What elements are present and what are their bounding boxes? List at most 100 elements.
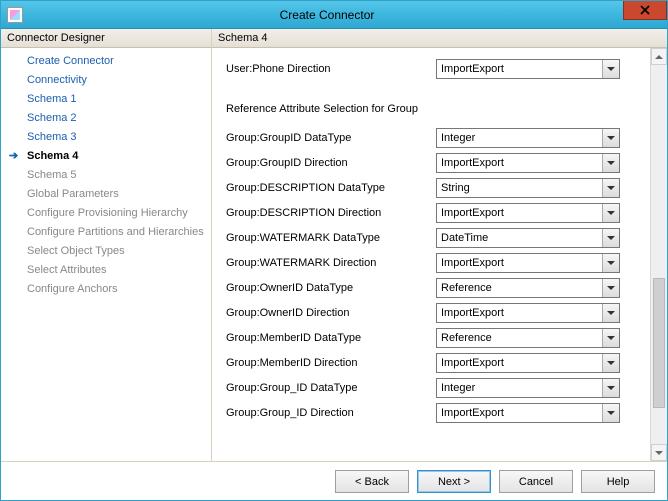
nav-item-label: Schema 3 bbox=[27, 131, 77, 143]
chevron-down-icon[interactable] bbox=[602, 204, 619, 222]
nav-item-label: Configure Provisioning Hierarchy bbox=[27, 207, 188, 219]
dropdown-value: Reference bbox=[437, 332, 602, 344]
form-row: Group:GroupID DataTypeInteger bbox=[226, 125, 643, 150]
dropdown[interactable]: ImportExport bbox=[436, 353, 620, 373]
form-row: Group:OwnerID DataTypeReference bbox=[226, 275, 643, 300]
nav-item[interactable]: Schema 2 bbox=[1, 109, 211, 128]
form-row: Group:Group_ID DataTypeInteger bbox=[226, 375, 643, 400]
nav-item[interactable]: ➔ Schema 4 bbox=[1, 147, 211, 166]
chevron-down-icon[interactable] bbox=[602, 60, 619, 78]
nav-item-label: Schema 4 bbox=[27, 150, 78, 162]
cancel-button[interactable]: Cancel bbox=[499, 470, 573, 493]
form-label: Group:OwnerID DataType bbox=[226, 282, 436, 294]
nav-item: Select Attributes bbox=[1, 261, 211, 280]
chevron-down-icon[interactable] bbox=[602, 279, 619, 297]
nav-item: Configure Partitions and Hierarchies bbox=[1, 223, 211, 242]
dropdown-value: DateTime bbox=[437, 232, 602, 244]
form-row: Group:WATERMARK DataTypeDateTime bbox=[226, 225, 643, 250]
chevron-down-icon[interactable] bbox=[602, 229, 619, 247]
chevron-down-icon[interactable] bbox=[602, 379, 619, 397]
form-row: Group:MemberID DataTypeReference bbox=[226, 325, 643, 350]
nav-item: Schema 5 bbox=[1, 166, 211, 185]
right-panel-header: Schema 4 bbox=[212, 29, 667, 48]
wizard-footer: < Back Next > Cancel Help bbox=[1, 461, 667, 501]
dropdown-value: ImportExport bbox=[437, 207, 602, 219]
back-button[interactable]: < Back bbox=[335, 470, 409, 493]
close-icon bbox=[640, 5, 650, 15]
dropdown[interactable]: String bbox=[436, 178, 620, 198]
form-label: Group:GroupID DataType bbox=[226, 132, 436, 144]
dropdown[interactable]: Integer bbox=[436, 378, 620, 398]
chevron-down-icon[interactable] bbox=[602, 129, 619, 147]
form-row: Group:Group_ID DirectionImportExport bbox=[226, 400, 643, 425]
nav-item: Select Object Types bbox=[1, 242, 211, 261]
form-label: Group:DESCRIPTION DataType bbox=[226, 182, 436, 194]
dropdown-value: ImportExport bbox=[437, 63, 602, 75]
dropdown[interactable]: ImportExport bbox=[436, 403, 620, 423]
left-panel: Connector Designer Create Connector Conne… bbox=[1, 29, 212, 461]
nav-item-label: Configure Partitions and Hierarchies bbox=[27, 226, 204, 238]
nav-item[interactable]: Create Connector bbox=[1, 52, 211, 71]
form-content: User:Phone DirectionImportExport Referenc… bbox=[212, 48, 649, 461]
form-row: User:Phone DirectionImportExport bbox=[226, 56, 643, 81]
nav-item: Global Parameters bbox=[1, 185, 211, 204]
dropdown[interactable]: Integer bbox=[436, 128, 620, 148]
nav-item-label: Global Parameters bbox=[27, 188, 119, 200]
dropdown[interactable]: ImportExport bbox=[436, 203, 620, 223]
dropdown[interactable]: ImportExport bbox=[436, 153, 620, 173]
nav-item-label: Schema 1 bbox=[27, 93, 77, 105]
chevron-down-icon[interactable] bbox=[602, 329, 619, 347]
dropdown[interactable]: Reference bbox=[436, 278, 620, 298]
nav-item-label: Select Object Types bbox=[27, 245, 125, 257]
nav-item-label: Configure Anchors bbox=[27, 283, 118, 295]
nav-item[interactable]: Connectivity bbox=[1, 71, 211, 90]
form-row: Group:DESCRIPTION DataTypeString bbox=[226, 175, 643, 200]
dropdown[interactable]: ImportExport bbox=[436, 253, 620, 273]
form-label: Group:WATERMARK DataType bbox=[226, 232, 436, 244]
nav-item[interactable]: Schema 3 bbox=[1, 128, 211, 147]
form-row: Group:OwnerID DirectionImportExport bbox=[226, 300, 643, 325]
left-panel-header: Connector Designer bbox=[1, 29, 211, 48]
help-button[interactable]: Help bbox=[581, 470, 655, 493]
chevron-down-icon[interactable] bbox=[602, 404, 619, 422]
section-title: Reference Attribute Selection for Group bbox=[226, 99, 643, 125]
dropdown[interactable]: ImportExport bbox=[436, 303, 620, 323]
nav-item[interactable]: Schema 1 bbox=[1, 90, 211, 109]
next-button[interactable]: Next > bbox=[417, 470, 491, 493]
chevron-down-icon[interactable] bbox=[602, 179, 619, 197]
form-label: Group:OwnerID Direction bbox=[226, 307, 436, 319]
close-button[interactable] bbox=[623, 1, 667, 20]
form-label: Group:MemberID Direction bbox=[226, 357, 436, 369]
scroll-up-button[interactable] bbox=[651, 48, 667, 65]
chevron-down-icon[interactable] bbox=[602, 354, 619, 372]
dropdown[interactable]: ImportExport bbox=[436, 59, 620, 79]
dropdown-value: ImportExport bbox=[437, 407, 602, 419]
vertical-scrollbar[interactable] bbox=[650, 48, 667, 461]
scroll-down-button[interactable] bbox=[651, 444, 667, 461]
nav-item-label: Create Connector bbox=[27, 55, 114, 67]
dropdown-value: ImportExport bbox=[437, 157, 602, 169]
form-label: Group:Group_ID Direction bbox=[226, 407, 436, 419]
app-icon bbox=[7, 7, 23, 23]
nav-item: Configure Anchors bbox=[1, 280, 211, 299]
dropdown-value: String bbox=[437, 182, 602, 194]
form-label: Group:MemberID DataType bbox=[226, 332, 436, 344]
chevron-down-icon[interactable] bbox=[602, 254, 619, 272]
nav-item: Configure Provisioning Hierarchy bbox=[1, 204, 211, 223]
chevron-down-icon[interactable] bbox=[602, 304, 619, 322]
dropdown[interactable]: Reference bbox=[436, 328, 620, 348]
nav-list: Create Connector Connectivity Schema 1 Sche… bbox=[1, 48, 211, 461]
form-label: Group:DESCRIPTION Direction bbox=[226, 207, 436, 219]
form-row: Group:MemberID DirectionImportExport bbox=[226, 350, 643, 375]
scroll-thumb[interactable] bbox=[653, 278, 665, 408]
dropdown[interactable]: DateTime bbox=[436, 228, 620, 248]
dropdown-value: ImportExport bbox=[437, 257, 602, 269]
dropdown-value: Reference bbox=[437, 282, 602, 294]
dropdown-value: Integer bbox=[437, 382, 602, 394]
current-step-arrow-icon: ➔ bbox=[9, 149, 18, 164]
nav-item-label: Schema 5 bbox=[27, 169, 77, 181]
right-panel: Schema 4 User:Phone DirectionImportExpor… bbox=[212, 29, 667, 461]
chevron-down-icon[interactable] bbox=[602, 154, 619, 172]
nav-item-label: Schema 2 bbox=[27, 112, 77, 124]
form-row: Group:GroupID DirectionImportExport bbox=[226, 150, 643, 175]
